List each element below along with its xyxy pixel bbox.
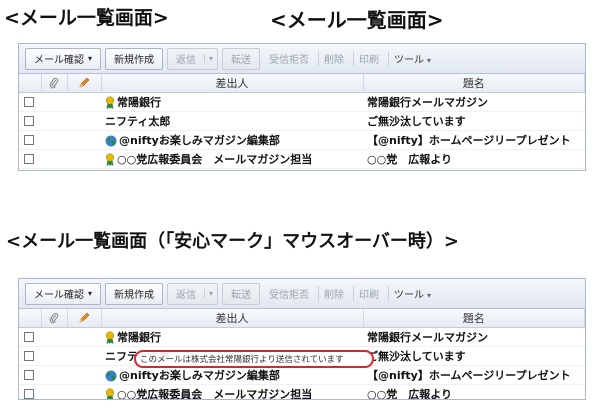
- pencil-icon: [79, 77, 90, 88]
- print-button[interactable]: 印刷: [353, 51, 384, 66]
- pencil-icon: [79, 312, 90, 323]
- subject-cell: 【@nifty】ホームページリープレゼント: [363, 365, 585, 385]
- sender-name: @niftyお楽しみマガジン編集部: [119, 133, 280, 147]
- chevron-down-icon: ▾: [88, 54, 93, 63]
- from-column-header[interactable]: 差出人: [101, 74, 364, 93]
- flag-column-header[interactable]: [67, 74, 102, 93]
- subject-column-header[interactable]: 題名: [363, 74, 585, 93]
- ribbon-icon[interactable]: [105, 387, 115, 401]
- ribbon-icon[interactable]: [105, 152, 115, 167]
- mail-table: 差出人 題名 常陽銀行 常陽銀行メールマガジン ニフティ太郎 ご無沙汰しています…: [19, 74, 585, 169]
- globe-icon[interactable]: [105, 135, 117, 147]
- forward-button[interactable]: 転送: [222, 47, 261, 70]
- new-mail-button[interactable]: 新規作成: [105, 282, 164, 305]
- flag-column-header[interactable]: [67, 309, 102, 328]
- table-row[interactable]: ニフティ太郎 ご無沙汰しています: [19, 111, 585, 131]
- table-row[interactable]: ○○党広報委員会 メールマガジン担当 ○○党 広報より: [19, 384, 585, 401]
- reply-button[interactable]: 返信 ▾: [167, 282, 219, 305]
- subject-cell: ○○党 広報より: [363, 384, 585, 399]
- chevron-down-icon: ▾: [88, 289, 93, 298]
- attachment-column-header[interactable]: [41, 74, 68, 93]
- subject-column-header[interactable]: 題名: [363, 309, 585, 328]
- table-row[interactable]: ○○党広報委員会 メールマガジン担当 ○○党 広報より: [19, 149, 585, 169]
- sender-cell: ○○党広報委員会 メールマガジン担当: [101, 149, 363, 169]
- tools-label: ツール: [394, 290, 425, 301]
- table-row[interactable]: 常陽銀行 常陽銀行メールマガジン: [19, 327, 585, 347]
- reply-label: 返信: [176, 290, 197, 301]
- sender-name: ニフティ太郎: [105, 114, 171, 128]
- block-button[interactable]: 受信拒否: [264, 286, 314, 301]
- delete-button[interactable]: 削除: [318, 51, 349, 66]
- sender-name: ○○党広報委員会 メールマガジン担当: [117, 152, 313, 166]
- ribbon-icon[interactable]: [105, 95, 115, 110]
- from-column-header[interactable]: 差出人: [101, 309, 364, 328]
- print-button[interactable]: 印刷: [353, 286, 384, 301]
- tools-label: ツール: [394, 55, 425, 66]
- table-header: 差出人 題名: [19, 309, 585, 328]
- reply-button[interactable]: 返信 ▾: [167, 47, 219, 70]
- tools-menu[interactable]: ツール ▾: [388, 51, 436, 66]
- sender-cell: @niftyお楽しみマガジン編集部: [101, 130, 363, 150]
- subject-cell: ご無沙汰しています: [363, 111, 585, 131]
- sender-name: 常陽銀行: [117, 330, 161, 344]
- chevron-down-icon: ▾: [427, 291, 432, 300]
- check-mail-label: メール確認: [34, 290, 84, 301]
- check-mail-label: メール確認: [34, 55, 84, 66]
- paperclip-icon: [49, 313, 59, 324]
- row-checkbox[interactable]: [24, 97, 34, 107]
- row-checkbox[interactable]: [24, 135, 34, 145]
- subject-cell: ○○党 広報より: [363, 149, 585, 169]
- mail-list-panel-hover: メール確認 ▾ 新規作成 返信 ▾ 転送 受信拒否 削除 印刷 ツール ▾ 差出人 題…: [18, 278, 586, 400]
- reply-label: 返信: [176, 55, 197, 66]
- subject-cell: 常陽銀行メールマガジン: [363, 92, 585, 112]
- sender-cell: 常陽銀行: [101, 327, 363, 347]
- attachment-column-header[interactable]: [41, 309, 68, 328]
- sender-cell: ○○党広報委員会 メールマガジン担当: [101, 384, 363, 401]
- table-header: 差出人 題名: [19, 74, 585, 93]
- toolbar: メール確認 ▾ 新規作成 返信 ▾ 転送 受信拒否 削除 印刷 ツール ▾: [19, 44, 585, 74]
- sender-name: @niftyお楽しみマガジン編集部: [119, 368, 280, 382]
- heading-mail-list-large: <メール一覧画面>: [270, 8, 444, 32]
- safety-mark-tooltip: このメールは株式会社常陽銀行より送信されています: [134, 350, 374, 368]
- ribbon-icon[interactable]: [105, 330, 115, 345]
- row-checkbox[interactable]: [24, 332, 34, 342]
- row-checkbox[interactable]: [24, 389, 34, 399]
- mail-list-panel: メール確認 ▾ 新規作成 返信 ▾ 転送 受信拒否 削除 印刷 ツール ▾ 差出人 題…: [18, 43, 586, 171]
- heading-mail-list-hover: <メール一覧画面（「安心マーク」マウスオーバー時）>: [6, 231, 459, 252]
- sender-cell: 常陽銀行: [101, 92, 363, 112]
- new-mail-button[interactable]: 新規作成: [105, 47, 164, 70]
- checkbox-column-header: [19, 309, 42, 328]
- chevron-down-icon: ▾: [204, 289, 213, 298]
- subject-cell: 【@nifty】ホームページリープレゼント: [363, 130, 585, 150]
- block-button[interactable]: 受信拒否: [264, 51, 314, 66]
- paperclip-icon: [49, 78, 59, 89]
- chevron-down-icon: ▾: [204, 54, 213, 63]
- sender-name: 常陽銀行: [117, 95, 161, 109]
- globe-icon[interactable]: [105, 370, 117, 382]
- subject-cell: 常陽銀行メールマガジン: [363, 327, 585, 347]
- subject-cell: ご無沙汰しています: [363, 346, 585, 366]
- delete-button[interactable]: 削除: [318, 286, 349, 301]
- table-row[interactable]: 常陽銀行 常陽銀行メールマガジン: [19, 92, 585, 112]
- sender-cell: ニフティ太郎: [101, 111, 363, 131]
- check-mail-button[interactable]: メール確認 ▾: [25, 282, 102, 305]
- toolbar: メール確認 ▾ 新規作成 返信 ▾ 転送 受信拒否 削除 印刷 ツール ▾: [19, 279, 585, 309]
- sender-name: ○○党広報委員会 メールマガジン担当: [117, 387, 313, 400]
- forward-button[interactable]: 転送: [222, 282, 261, 305]
- row-checkbox[interactable]: [24, 154, 34, 164]
- table-row[interactable]: @niftyお楽しみマガジン編集部 【@nifty】ホームページリープレゼント: [19, 130, 585, 150]
- row-checkbox[interactable]: [24, 370, 34, 380]
- chevron-down-icon: ▾: [427, 56, 432, 65]
- row-checkbox[interactable]: [24, 351, 34, 361]
- checkbox-column-header: [19, 74, 42, 93]
- heading-mail-list: <メール一覧画面>: [4, 7, 169, 29]
- check-mail-button[interactable]: メール確認 ▾: [25, 47, 102, 70]
- tools-menu[interactable]: ツール ▾: [388, 286, 436, 301]
- row-checkbox[interactable]: [24, 116, 34, 126]
